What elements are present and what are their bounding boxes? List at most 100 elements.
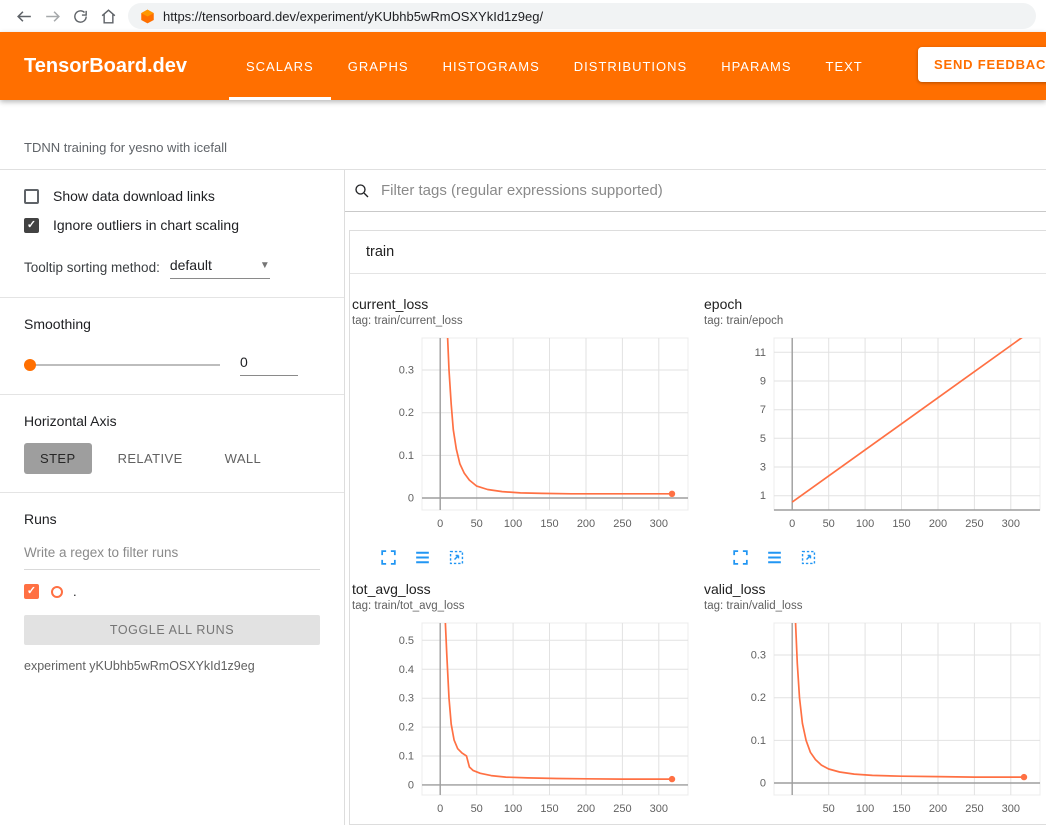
chart-card-current-loss: current_loss tag: train/current_loss 050…: [352, 296, 704, 567]
axis-step-button[interactable]: STEP: [24, 443, 92, 474]
chart-plot[interactable]: 5010015020025030000.10.20.3: [704, 617, 1046, 825]
run-row[interactable]: ✓ .: [24, 584, 320, 599]
svg-text:200: 200: [577, 803, 595, 815]
fit-domain-icon[interactable]: [798, 547, 818, 567]
toggle-all-runs-button[interactable]: TOGGLE ALL RUNS: [24, 615, 320, 645]
chart-title: valid_loss: [704, 581, 1046, 597]
svg-text:0: 0: [437, 518, 443, 530]
ignore-outliers-checkbox[interactable]: ✓: [24, 218, 39, 233]
search-icon: [353, 182, 371, 200]
svg-text:0.2: 0.2: [399, 407, 414, 419]
horizontal-axis-section: Horizontal Axis STEP RELATIVE WALL: [0, 395, 344, 493]
svg-text:0.1: 0.1: [399, 751, 414, 763]
svg-text:250: 250: [613, 518, 631, 530]
slider-track[interactable]: [24, 364, 220, 366]
tab-graphs[interactable]: GRAPHS: [331, 32, 426, 100]
smoothing-section: Smoothing 0: [0, 298, 344, 395]
home-icon[interactable]: [94, 2, 122, 30]
chart-plot[interactable]: 0501001502002503001357911: [704, 332, 1046, 541]
check-icon: ✓: [27, 586, 36, 597]
smoothing-slider[interactable]: [24, 359, 220, 371]
train-section-header[interactable]: train: [350, 231, 1046, 274]
browser-toolbar: https://tensorboard.dev/experiment/yKUbh…: [0, 0, 1046, 32]
chart-canvas: 0501001502002503001357911: [704, 332, 1046, 536]
chart-plot[interactable]: 05010015020025030000.10.20.30.40.5: [352, 617, 704, 825]
svg-text:150: 150: [540, 803, 558, 815]
svg-text:0.5: 0.5: [399, 635, 414, 647]
svg-text:50: 50: [823, 518, 835, 530]
tab-distributions[interactable]: DISTRIBUTIONS: [557, 32, 704, 100]
slider-thumb[interactable]: [24, 359, 36, 371]
tab-scalars[interactable]: SCALARS: [229, 32, 331, 100]
chart-toolbar: [730, 547, 1046, 567]
svg-text:0.2: 0.2: [399, 722, 414, 734]
svg-text:0.3: 0.3: [399, 365, 414, 377]
tooltip-sorting-select[interactable]: default ▼: [170, 255, 270, 279]
svg-text:0.3: 0.3: [751, 650, 766, 662]
tag-filter-input[interactable]: [381, 182, 1046, 199]
ignore-outliers-row[interactable]: ✓ Ignore outliers in chart scaling: [24, 217, 320, 233]
svg-text:0: 0: [760, 778, 766, 790]
svg-text:250: 250: [613, 803, 631, 815]
svg-text:0: 0: [408, 493, 414, 505]
general-settings-section: ✓ Show data download links ✓ Ignore outl…: [0, 170, 344, 298]
tab-text[interactable]: TEXT: [809, 32, 880, 100]
runs-section: Runs ✓ . TOGGLE ALL RUNS experiment yKUb…: [0, 493, 344, 691]
chart-tag: tag: train/tot_avg_loss: [352, 599, 704, 613]
svg-text:1: 1: [760, 490, 766, 502]
reload-icon[interactable]: [66, 2, 94, 30]
tooltip-sorting-label: Tooltip sorting method:: [24, 260, 160, 275]
svg-text:300: 300: [650, 518, 668, 530]
run-name: .: [73, 584, 77, 599]
chart-card-epoch: epoch tag: train/epoch 05010015020025030…: [704, 296, 1046, 567]
runs-filter-input[interactable]: [24, 539, 320, 570]
svg-text:0: 0: [789, 518, 795, 530]
nav-tabs: SCALARS GRAPHS HISTOGRAMS DISTRIBUTIONS …: [229, 32, 880, 100]
show-download-checkbox[interactable]: ✓: [24, 189, 39, 204]
svg-text:200: 200: [929, 803, 947, 815]
check-icon: ✓: [27, 220, 36, 231]
charts-grid: current_loss tag: train/current_loss 050…: [350, 274, 1046, 825]
tab-hparams[interactable]: HPARAMS: [704, 32, 808, 100]
axis-wall-button[interactable]: WALL: [209, 443, 278, 474]
chart-plot[interactable]: 05010015020025030000.10.20.3: [352, 332, 704, 541]
run-checkbox[interactable]: ✓: [24, 584, 39, 599]
svg-text:150: 150: [540, 518, 558, 530]
tensorboard-favicon: [140, 9, 155, 24]
show-download-label: Show data download links: [53, 188, 215, 204]
svg-text:200: 200: [929, 518, 947, 530]
svg-text:9: 9: [760, 376, 766, 388]
chart-canvas: 05010015020025030000.10.20.3: [352, 332, 696, 536]
svg-text:150: 150: [892, 518, 910, 530]
fit-domain-icon[interactable]: [446, 547, 466, 567]
run-color-swatch: [51, 586, 63, 598]
svg-text:0.1: 0.1: [751, 735, 766, 747]
back-icon[interactable]: [10, 2, 38, 30]
show-download-row[interactable]: ✓ Show data download links: [24, 188, 320, 204]
fullscreen-icon[interactable]: [730, 547, 750, 567]
main-panel: train current_loss tag: train/current_lo…: [345, 170, 1046, 825]
svg-text:50: 50: [471, 803, 483, 815]
svg-text:3: 3: [760, 462, 766, 474]
train-card: train current_loss tag: train/current_lo…: [349, 230, 1046, 825]
svg-text:250: 250: [965, 803, 983, 815]
svg-text:0.4: 0.4: [399, 664, 414, 676]
send-feedback-button[interactable]: SEND FEEDBACK: [918, 47, 1046, 82]
forward-icon[interactable]: [38, 2, 66, 30]
tab-histograms[interactable]: HISTOGRAMS: [426, 32, 557, 100]
svg-text:0.1: 0.1: [399, 450, 414, 462]
axis-relative-button[interactable]: RELATIVE: [102, 443, 199, 474]
settings-sidebar: ✓ Show data download links ✓ Ignore outl…: [0, 170, 345, 825]
toggle-y-axis-icon[interactable]: [412, 547, 432, 567]
svg-text:7: 7: [760, 404, 766, 416]
address-bar[interactable]: https://tensorboard.dev/experiment/yKUbh…: [128, 3, 1036, 29]
chart-title: tot_avg_loss: [352, 581, 704, 597]
fullscreen-icon[interactable]: [378, 547, 398, 567]
chart-title: current_loss: [352, 296, 704, 312]
svg-text:300: 300: [1002, 803, 1020, 815]
smoothing-value[interactable]: 0: [240, 354, 298, 376]
toggle-y-axis-icon[interactable]: [764, 547, 784, 567]
chart-toolbar: [378, 547, 704, 567]
svg-text:150: 150: [892, 803, 910, 815]
svg-text:200: 200: [577, 518, 595, 530]
